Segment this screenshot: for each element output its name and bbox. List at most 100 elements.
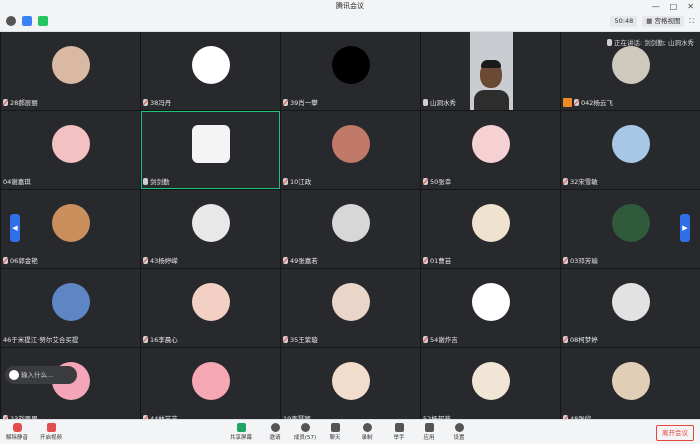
participant-tile[interactable]: 28郝辰丽: [1, 32, 140, 110]
mic-muted-icon: [143, 98, 148, 106]
next-page-arrow-icon[interactable]: ▶: [680, 214, 690, 242]
participant-tile[interactable]: 46于米提江·努尔艾合买提: [1, 269, 140, 347]
members-button[interactable]: 成员(57): [292, 423, 318, 441]
participant-tile[interactable]: 50张幸: [421, 111, 560, 189]
participant-tile[interactable]: 48张欣: [561, 348, 700, 426]
participant-name: 01曹芸: [430, 257, 452, 265]
participant-name: 剑剑勤: [150, 178, 170, 186]
participant-name: 28郝辰丽: [10, 99, 38, 107]
participant-tile[interactable]: 19李慧颖: [281, 348, 420, 426]
participant-name: 32宋雪敏: [570, 178, 598, 186]
emoji-icon: [9, 370, 19, 380]
participant-tile[interactable]: 23刘思思: [1, 348, 140, 426]
invite-button[interactable]: 邀请: [262, 423, 288, 441]
settings-button[interactable]: 设置: [446, 423, 472, 441]
gear-icon: [454, 423, 464, 432]
participant-tile[interactable]: 54谢炸吉: [421, 269, 560, 347]
maximize-icon[interactable]: □: [670, 0, 678, 13]
apps-button[interactable]: 应用: [416, 423, 442, 441]
participant-tile[interactable]: 山洞水秀: [421, 32, 560, 110]
shield-icon[interactable]: [22, 16, 32, 26]
mic-muted-icon: [283, 177, 288, 185]
raise-hand-button[interactable]: 举手: [386, 423, 412, 441]
participant-name: 54谢炸吉: [430, 336, 458, 344]
fullscreen-icon[interactable]: ⛶: [689, 17, 694, 26]
avatar: [471, 204, 510, 242]
mic-muted-icon: [143, 335, 148, 343]
avatar: [191, 283, 230, 321]
close-icon[interactable]: ✕: [687, 0, 694, 13]
avatar: [51, 283, 90, 321]
participant-name: 38冯丹: [150, 99, 172, 107]
host-badge-icon: [563, 97, 572, 107]
minimize-icon[interactable]: —: [652, 0, 660, 13]
participant-name: 06郭金艳: [10, 257, 38, 265]
mic-muted-icon: [3, 98, 8, 106]
mute-button[interactable]: 解除静音: [4, 423, 30, 441]
chat-preview-bubble[interactable]: 输入什么...: [5, 366, 77, 384]
share-screen-button[interactable]: 共享屏幕: [228, 423, 254, 441]
mic-muted-icon: [283, 335, 288, 343]
participant-name: 16李晨心: [150, 336, 178, 344]
avatar: [331, 283, 370, 321]
avatar: [51, 204, 90, 242]
participant-name: 43杨婷嵘: [150, 257, 178, 265]
top-toolbar: 50:48 ▦ 宫格视图 ⛶: [0, 13, 700, 32]
participant-tile[interactable]: 04谢嘉琪: [1, 111, 140, 189]
participant-tile[interactable]: 01曹芸: [421, 190, 560, 268]
grid-view-button[interactable]: ▦ 宫格视图: [642, 16, 685, 27]
participant-tile[interactable]: 16李晨心: [141, 269, 280, 347]
avatar: [331, 125, 370, 163]
participant-name: 042杨云飞: [581, 99, 613, 107]
participant-tile[interactable]: 正在讲话: 剑剑勤; 山洞水秀 042杨云飞: [561, 32, 700, 110]
avatar: [331, 46, 370, 84]
bottom-toolbar: 解除静音 开启视频 共享屏幕 邀请 成员(57) 聊天 录制 举手 应用 设置 …: [0, 419, 700, 444]
participant-tile[interactable]: 10江政: [281, 111, 420, 189]
avatar: [191, 125, 230, 163]
avatar: [51, 46, 90, 84]
participant-tile[interactable]: 52杨邦燕: [421, 348, 560, 426]
participant-tile[interactable]: 06郭金艳: [1, 190, 140, 268]
title-bar: 腾讯会议 — □ ✕: [0, 0, 700, 13]
avatar: [331, 204, 370, 242]
mic-muted-icon: [563, 256, 568, 264]
record-button[interactable]: 录制: [354, 423, 380, 441]
participant-tile[interactable]: 38冯丹: [141, 32, 280, 110]
participant-tile[interactable]: 剑剑勤: [141, 111, 280, 189]
avatar: [611, 125, 650, 163]
avatar: [611, 283, 650, 321]
participant-name: 03邓芳瑜: [570, 257, 598, 265]
grid-view-label: 宫格视图: [654, 17, 681, 25]
avatar: [331, 362, 370, 400]
participant-grid: 28郝辰丽 38冯丹 39肖一攀 山洞水秀 正在讲话: 剑剑勤; 山洞水秀 04…: [0, 32, 700, 426]
participant-name: 35王紫璇: [290, 336, 318, 344]
participant-tile[interactable]: 32宋雪敏: [561, 111, 700, 189]
participant-tile[interactable]: 49张嘉若: [281, 190, 420, 268]
mic-muted-icon: [143, 256, 148, 264]
signal-icon[interactable]: [38, 16, 48, 26]
participant-tile[interactable]: 35王紫璇: [281, 269, 420, 347]
participant-tile[interactable]: 39肖一攀: [281, 32, 420, 110]
chat-icon: [330, 423, 340, 432]
camera-off-icon: [46, 423, 56, 432]
mic-muted-icon: [423, 256, 428, 264]
mic-icon: [606, 38, 612, 46]
chat-button[interactable]: 聊天: [322, 423, 348, 441]
chat-preview-text: 输入什么...: [21, 371, 54, 379]
mic-muted-icon: [3, 256, 8, 264]
participant-tile[interactable]: 44林芸芸: [141, 348, 280, 426]
participant-tile[interactable]: 08柯梦婷: [561, 269, 700, 347]
meeting-timer: 50:48: [610, 16, 638, 27]
avatar: [611, 362, 650, 400]
avatar: [51, 125, 90, 163]
leave-meeting-button[interactable]: 离开会议: [656, 425, 694, 441]
previous-page-arrow-icon[interactable]: ◀: [10, 214, 20, 242]
video-button[interactable]: 开启视频: [38, 423, 64, 441]
apps-grid-icon: [424, 423, 434, 432]
avatar: [191, 46, 230, 84]
participant-tile[interactable]: 43杨婷嵘: [141, 190, 280, 268]
info-icon[interactable]: [6, 16, 16, 26]
record-icon: [362, 423, 372, 432]
window-title: 腾讯会议: [336, 2, 364, 10]
speaking-indicator: 正在讲话: 剑剑勤; 山洞水秀: [606, 37, 694, 47]
